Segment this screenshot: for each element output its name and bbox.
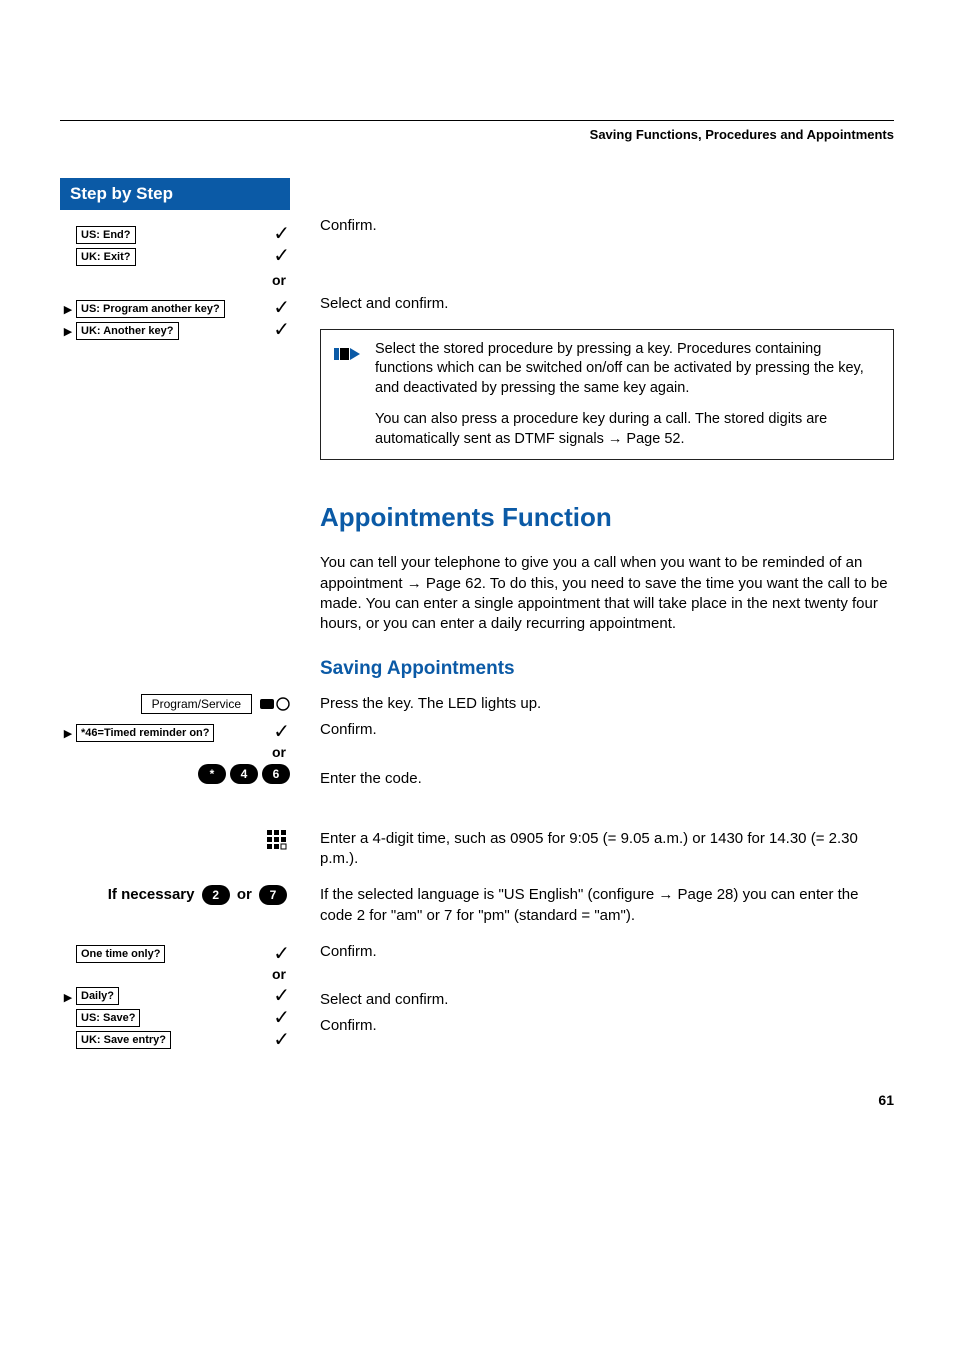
display-option-end-us: US: End? xyxy=(76,226,136,244)
or-separator: or xyxy=(60,272,290,288)
display-option-exit-uk: UK: Exit? xyxy=(76,248,136,266)
or-separator: or xyxy=(60,744,290,760)
check-icon: ✓ xyxy=(264,246,290,266)
note-icon xyxy=(333,340,363,450)
display-option-program-another-us: US: Program another key? xyxy=(76,300,225,318)
appointments-intro: You can tell your telephone to give you … xyxy=(320,553,894,634)
check-icon: ✓ xyxy=(264,944,290,964)
check-icon: ✓ xyxy=(264,224,290,244)
note-paragraph-2: You can also press a procedure key durin… xyxy=(375,410,881,449)
header-rule xyxy=(60,120,894,121)
display-option-save-us: US: Save? xyxy=(76,1009,140,1027)
page-ref-28: Page 28 xyxy=(658,886,733,903)
note-box: Select the stored procedure by pressing … xyxy=(320,329,894,461)
check-icon: ✓ xyxy=(264,320,290,340)
manual-page: Saving Functions, Procedures and Appoint… xyxy=(0,0,954,1148)
step-by-step-banner: Step by Step xyxy=(60,178,290,210)
dialpad-key-star[interactable]: * xyxy=(198,764,226,784)
page-number: 61 xyxy=(60,1092,894,1108)
running-head: Saving Functions, Procedures and Appoint… xyxy=(60,127,894,142)
scroll-arrow-icon xyxy=(60,988,76,1004)
led-key-icon xyxy=(260,696,290,712)
dialpad-key-6[interactable]: 6 xyxy=(262,764,290,784)
instruction-confirm-3: Confirm. xyxy=(320,942,894,962)
dialpad-key-2[interactable]: 2 xyxy=(202,885,230,905)
instruction-language-code: If the selected language is "US English"… xyxy=(320,885,894,926)
keypad-icon xyxy=(60,829,290,856)
instruction-select-confirm: Select and confirm. xyxy=(320,294,894,314)
scroll-arrow-icon xyxy=(60,724,76,740)
display-option-daily: Daily? xyxy=(76,987,119,1005)
or-separator: or xyxy=(60,966,290,982)
check-icon: ✓ xyxy=(264,1008,290,1028)
instruction-select-confirm-2: Select and confirm. xyxy=(320,990,894,1010)
check-icon: ✓ xyxy=(264,722,290,742)
instruction-confirm: Confirm. xyxy=(320,216,894,236)
section-heading-appointments: Appointments Function xyxy=(320,500,894,535)
instruction-enter-code: Enter the code. xyxy=(320,769,894,789)
display-option-another-key-uk: UK: Another key? xyxy=(76,322,179,340)
dialpad-key-4[interactable]: 4 xyxy=(230,764,258,784)
check-icon: ✓ xyxy=(264,986,290,1006)
display-option-timed-reminder: *46=Timed reminder on? xyxy=(76,724,214,742)
instruction-enter-time: Enter a 4-digit time, such as 0905 for 9… xyxy=(320,829,894,870)
instruction-confirm-2: Confirm. xyxy=(320,720,894,740)
display-option-one-time: One time only? xyxy=(76,945,165,963)
instruction-confirm-4: Confirm. xyxy=(320,1016,894,1036)
display-option-save-uk: UK: Save entry? xyxy=(76,1031,171,1049)
subsection-saving-appointments: Saving Appointments xyxy=(320,656,894,682)
check-icon: ✓ xyxy=(264,1030,290,1050)
scroll-arrow-icon xyxy=(60,300,76,316)
page-ref-52: Page 52. xyxy=(608,431,685,447)
page-ref-62: Page 62. xyxy=(407,575,486,592)
program-service-key[interactable]: Program/Service xyxy=(141,694,252,714)
if-necessary-line: If necessary 2 or 7 xyxy=(60,885,290,905)
dialpad-key-7[interactable]: 7 xyxy=(259,885,287,905)
scroll-arrow-icon xyxy=(60,322,76,338)
instruction-press-key: Press the key. The LED lights up. xyxy=(320,694,894,714)
check-icon: ✓ xyxy=(264,298,290,318)
note-paragraph-1: Select the stored procedure by pressing … xyxy=(375,340,881,399)
